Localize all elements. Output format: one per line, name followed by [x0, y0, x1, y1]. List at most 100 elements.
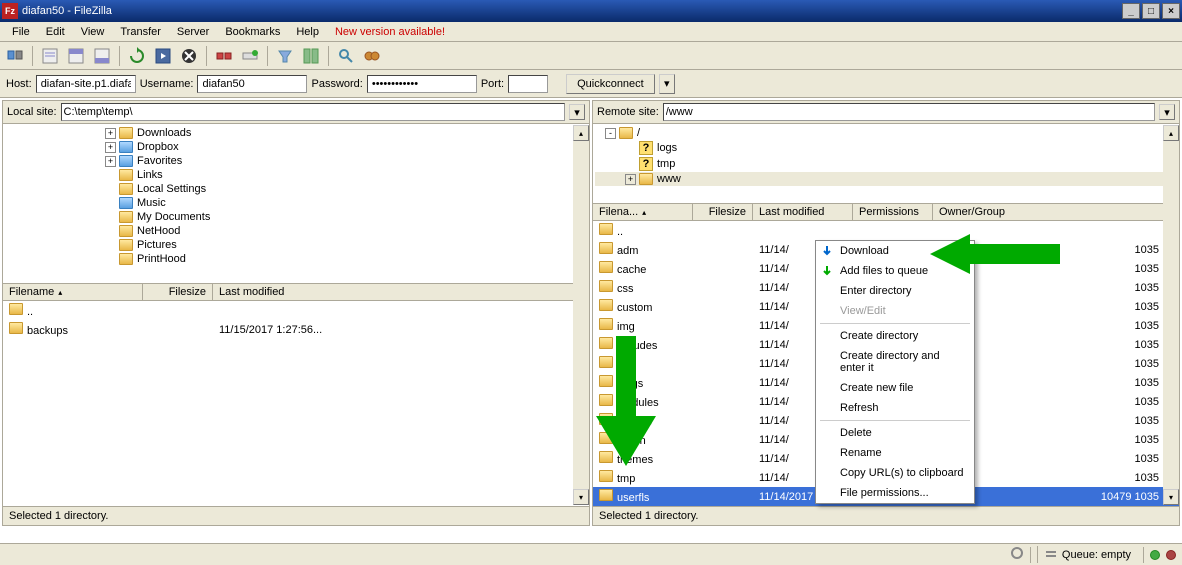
menu-help[interactable]: Help — [288, 24, 327, 40]
close-button[interactable]: × — [1162, 3, 1180, 19]
queue-label: Queue: empty — [1062, 549, 1131, 561]
context-menu-item[interactable]: Copy URL(s) to clipboard — [816, 463, 974, 483]
tree-label: Dropbox — [137, 141, 179, 153]
tree-item[interactable]: -/ — [595, 126, 1177, 140]
queue-icon[interactable] — [1044, 546, 1058, 563]
col-filename[interactable]: Filena... — [593, 204, 693, 220]
tree-label: tmp — [657, 158, 675, 170]
context-menu-item[interactable]: Create directory — [816, 326, 974, 346]
tree-item[interactable]: Local Settings — [5, 182, 587, 196]
context-menu-item[interactable]: Create new file — [816, 378, 974, 398]
menu-view[interactable]: View — [73, 24, 113, 40]
tree-item[interactable]: Links — [5, 168, 587, 182]
unknown-icon: ? — [639, 157, 653, 171]
tree-item[interactable]: +Downloads — [5, 126, 587, 140]
context-menu-item[interactable]: Rename — [816, 443, 974, 463]
tree-item[interactable]: Pictures — [5, 238, 587, 252]
tree-item[interactable]: PrintHood — [5, 252, 587, 266]
quickconnect-button[interactable]: Quickconnect — [566, 74, 655, 94]
expander-icon[interactable]: + — [105, 156, 116, 167]
host-input[interactable] — [36, 75, 136, 93]
context-menu-item[interactable]: Refresh — [816, 398, 974, 418]
remote-tree[interactable]: -/?logs? tmp +www — [593, 124, 1179, 204]
folder-icon — [639, 173, 653, 185]
scrollbar[interactable]: ▴ ▾ — [573, 125, 589, 505]
local-site-input[interactable] — [61, 103, 565, 121]
expander-icon[interactable]: + — [625, 174, 636, 185]
menu-bar: File Edit View Transfer Server Bookmarks… — [0, 22, 1182, 42]
menu-item-label: Add files to queue — [840, 265, 928, 277]
username-input[interactable] — [197, 75, 307, 93]
minimize-button[interactable]: _ — [1122, 3, 1140, 19]
col-owner[interactable]: Owner/Group — [933, 204, 1179, 220]
tree-item[interactable]: My Documents — [5, 210, 587, 224]
remote-site-input[interactable] — [663, 103, 1155, 121]
expander-icon[interactable]: + — [105, 128, 116, 139]
process-queue-icon[interactable] — [152, 45, 174, 67]
col-filename[interactable]: Filename — [3, 284, 143, 300]
menu-item-label: Refresh — [840, 402, 879, 414]
menu-bookmarks[interactable]: Bookmarks — [217, 24, 288, 40]
menu-transfer[interactable]: Transfer — [112, 24, 169, 40]
local-tree[interactable]: +Downloads+Dropbox+FavoritesLinksLocal S… — [3, 124, 589, 284]
binoculars-icon[interactable] — [361, 45, 383, 67]
folder-icon — [599, 242, 613, 254]
remote-site-dropdown[interactable]: ▾ — [1159, 104, 1175, 120]
local-file-list[interactable]: ..backups11/15/2017 1:27:56... — [3, 301, 589, 506]
cancel-icon[interactable] — [178, 45, 200, 67]
toggle-queue-icon[interactable] — [91, 45, 113, 67]
tree-item[interactable]: Music — [5, 196, 587, 210]
port-input[interactable] — [508, 75, 548, 93]
compare-icon[interactable] — [300, 45, 322, 67]
tree-item[interactable]: +www — [595, 172, 1177, 186]
quickconnect-dropdown[interactable]: ▾ — [659, 74, 675, 94]
menu-edit[interactable]: Edit — [38, 24, 73, 40]
refresh-icon[interactable] — [126, 45, 148, 67]
col-modified[interactable]: Last modified — [213, 284, 589, 300]
context-menu-item[interactable]: Delete — [816, 423, 974, 443]
search-icon[interactable] — [335, 45, 357, 67]
tree-label: Favorites — [137, 155, 182, 167]
remote-site-label: Remote site: — [597, 106, 659, 118]
scroll-down-icon[interactable]: ▾ — [1163, 489, 1179, 505]
tree-item[interactable]: + Dropbox — [5, 140, 587, 154]
local-site-dropdown[interactable]: ▾ — [569, 104, 585, 120]
menu-item-label: Enter directory — [840, 285, 912, 297]
scroll-down-icon[interactable]: ▾ — [573, 489, 589, 505]
password-label: Password: — [311, 78, 362, 90]
reconnect-icon[interactable] — [239, 45, 261, 67]
list-item[interactable]: .. — [3, 301, 589, 320]
tree-item[interactable]: + Favorites — [5, 154, 587, 168]
tree-item[interactable]: NetHood — [5, 224, 587, 238]
updir-icon — [599, 223, 613, 235]
context-menu-item[interactable]: Create directory and enter it — [816, 346, 974, 378]
toggle-log-icon[interactable] — [39, 45, 61, 67]
site-manager-icon[interactable] — [4, 45, 26, 67]
col-filesize[interactable]: Filesize — [693, 204, 753, 220]
menu-file[interactable]: File — [4, 24, 38, 40]
settings-icon[interactable] — [1010, 546, 1024, 563]
tree-item[interactable]: ? tmp — [595, 156, 1177, 172]
col-permissions[interactable]: Permissions — [853, 204, 933, 220]
scroll-up-icon[interactable]: ▴ — [1163, 125, 1179, 141]
list-item[interactable]: .. — [593, 221, 1179, 240]
folder-icon — [119, 211, 133, 223]
expander-icon[interactable]: - — [605, 128, 616, 139]
disconnect-icon[interactable] — [213, 45, 235, 67]
menu-item-label: View/Edit — [840, 305, 886, 317]
scroll-up-icon[interactable]: ▴ — [573, 125, 589, 141]
password-input[interactable] — [367, 75, 477, 93]
menu-server[interactable]: Server — [169, 24, 217, 40]
col-modified[interactable]: Last modified — [753, 204, 853, 220]
context-menu-item[interactable]: Enter directory — [816, 281, 974, 301]
list-item[interactable]: backups11/15/2017 1:27:56... — [3, 320, 589, 339]
toggle-tree-icon[interactable] — [65, 45, 87, 67]
scrollbar[interactable]: ▴ ▾ — [1163, 125, 1179, 505]
context-menu-item[interactable]: File permissions... — [816, 483, 974, 503]
menu-new-version[interactable]: New version available! — [327, 24, 453, 40]
filter-icon[interactable] — [274, 45, 296, 67]
maximize-button[interactable]: □ — [1142, 3, 1160, 19]
tree-item[interactable]: ?logs — [595, 140, 1177, 156]
expander-icon[interactable]: + — [105, 142, 116, 153]
col-filesize[interactable]: Filesize — [143, 284, 213, 300]
